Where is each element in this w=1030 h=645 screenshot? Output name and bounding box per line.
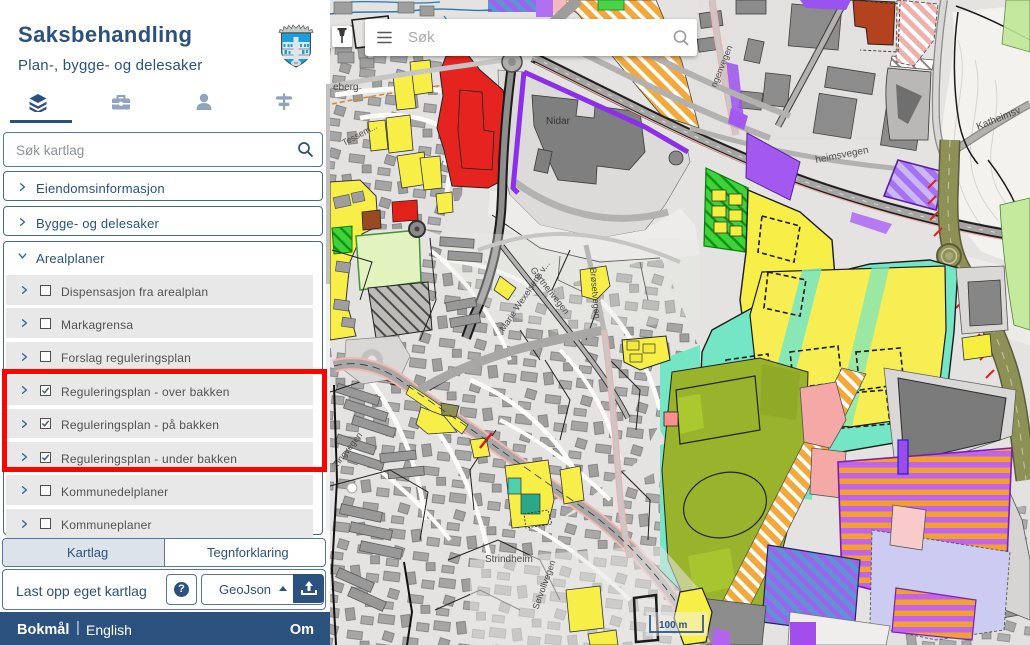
svg-text:Nidar: Nidar — [546, 116, 571, 127]
svg-text:eberg: eberg — [333, 82, 359, 93]
svg-text:100 m: 100 m — [659, 620, 687, 631]
svg-text:Søk: Søk — [408, 29, 435, 46]
svg-text:Strindheim: Strindheim — [485, 554, 533, 565]
